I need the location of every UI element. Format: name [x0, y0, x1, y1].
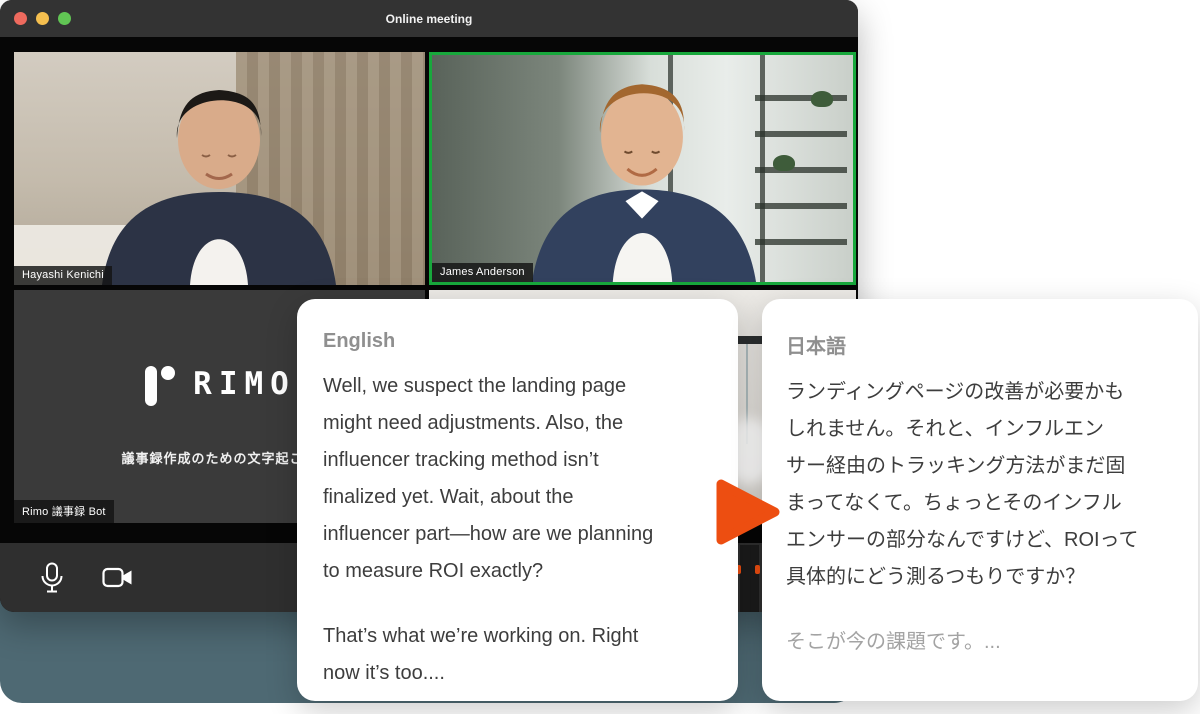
- video-tile-hayashi[interactable]: Hayashi Kenichi: [14, 52, 425, 285]
- translation-card-english: English Well, we suspect the landing pag…: [297, 299, 738, 701]
- participant-photo-james: [432, 55, 853, 282]
- microphone-icon: [39, 562, 65, 594]
- participant-photo-hayashi: [14, 52, 425, 285]
- window-titlebar[interactable]: Online meeting: [0, 0, 858, 37]
- transcript-english-p2: That’s what we’re working on. Right now …: [323, 618, 712, 692]
- translation-card-japanese: 日本語 ランディングページの改善が必要かも しれません。それと、インフルエン サ…: [762, 299, 1198, 701]
- card-title-japanese: 日本語: [786, 330, 1174, 359]
- transcript-english-p1: Well, we suspect the landing page might …: [323, 368, 712, 590]
- video-tile-james-active[interactable]: James Anderson: [429, 52, 856, 285]
- orange-accent-dot: [755, 565, 760, 574]
- participant-name-label: Hayashi Kenichi: [14, 266, 112, 285]
- hidden-video-sliver: [740, 545, 759, 612]
- rimo-logo-icon: [143, 362, 177, 406]
- card-title-english: English: [323, 330, 712, 353]
- transcript-japanese-p2: そこが今の課題です。...: [786, 624, 1174, 661]
- camera-icon: [102, 566, 134, 590]
- participant-name-label: James Anderson: [432, 263, 533, 282]
- mic-button[interactable]: [30, 556, 74, 600]
- window-title: Online meeting: [0, 12, 858, 26]
- translate-arrow-icon: [714, 477, 782, 547]
- rimo-logo-text: RIMO: [193, 366, 296, 402]
- marketing-composition: Online meeting Hayashi Kenichi: [0, 0, 1200, 714]
- camera-button[interactable]: [96, 556, 140, 600]
- transcript-japanese-p1: ランディングページの改善が必要かも しれません。それと、インフルエン サー経由の…: [786, 374, 1174, 596]
- participant-name-label: Rimo 議事録 Bot: [14, 500, 114, 523]
